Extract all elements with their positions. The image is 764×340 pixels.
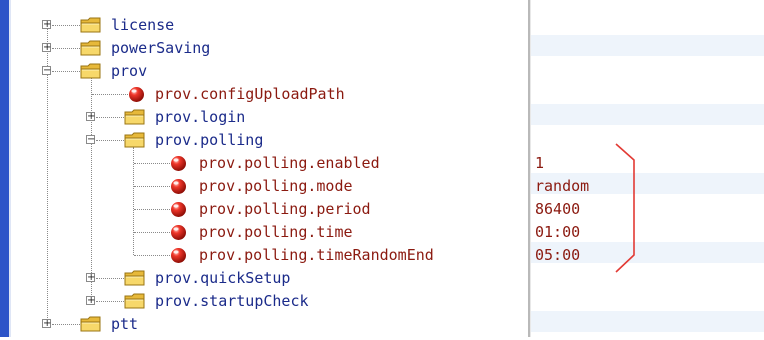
folder-icon bbox=[124, 269, 146, 287]
setting-label[interactable]: prov.polling.timeRandomEnd bbox=[199, 244, 434, 267]
collapse-toggle-icon[interactable]: − bbox=[86, 135, 95, 145]
folder-label[interactable]: ptt bbox=[111, 313, 138, 336]
tree-hline bbox=[92, 94, 128, 95]
tree-row-prov-configuploadpath[interactable]: prov.configUploadPath bbox=[0, 83, 764, 106]
red-ball-icon bbox=[170, 201, 187, 218]
tree-row-prov[interactable]: − prov bbox=[0, 60, 764, 83]
tree-hline bbox=[134, 232, 170, 233]
folder-icon bbox=[80, 39, 102, 57]
setting-label[interactable]: prov.polling.enabled bbox=[199, 152, 380, 175]
folder-label[interactable]: prov.startupCheck bbox=[155, 290, 309, 313]
setting-label[interactable]: prov.polling.mode bbox=[199, 175, 353, 198]
folder-icon bbox=[80, 62, 102, 80]
tree-row-prov-polling-timerandomend[interactable]: prov.polling.timeRandomEnd 05:00 bbox=[0, 244, 764, 267]
folder-label[interactable]: prov.polling bbox=[155, 129, 263, 152]
tree-row-license[interactable]: + license bbox=[0, 14, 764, 37]
setting-label[interactable]: prov.polling.time bbox=[199, 221, 353, 244]
tree-row-prov-polling-time[interactable]: prov.polling.time 01:00 bbox=[0, 221, 764, 244]
folder-icon bbox=[80, 16, 102, 34]
red-ball-icon bbox=[170, 224, 187, 241]
tree-hline bbox=[52, 48, 80, 49]
tree-hline bbox=[96, 278, 124, 279]
tree-row-prov-polling-period[interactable]: prov.polling.period 86400 bbox=[0, 198, 764, 221]
tree-row-prov-login[interactable]: + prov.login bbox=[0, 106, 764, 129]
tree-hline bbox=[52, 324, 80, 325]
setting-value[interactable]: 05:00 bbox=[535, 244, 580, 267]
red-ball-icon bbox=[170, 178, 187, 195]
red-ball-icon bbox=[170, 247, 187, 264]
tree-hline bbox=[96, 117, 124, 118]
folder-icon bbox=[124, 292, 146, 310]
tree-hline bbox=[52, 25, 80, 26]
tree-hline bbox=[134, 163, 170, 164]
tree-row-ptt[interactable]: + ptt bbox=[0, 313, 764, 336]
folder-label[interactable]: prov.quickSetup bbox=[155, 267, 290, 290]
setting-value[interactable]: 1 bbox=[535, 152, 544, 175]
setting-value[interactable]: random bbox=[535, 175, 589, 198]
red-ball-icon bbox=[170, 155, 187, 172]
tree-hline bbox=[96, 140, 124, 141]
tree-hline bbox=[52, 71, 80, 72]
collapse-toggle-icon[interactable]: − bbox=[42, 66, 51, 76]
folder-icon bbox=[80, 315, 102, 333]
folder-icon bbox=[124, 131, 146, 149]
tree-hline bbox=[134, 186, 170, 187]
tree-hline bbox=[134, 209, 170, 210]
setting-value[interactable]: 01:00 bbox=[535, 221, 580, 244]
config-tree-view: + license + powerSaving − prov prov.configUplo… bbox=[0, 0, 764, 337]
folder-label[interactable]: prov bbox=[111, 60, 147, 83]
folder-icon bbox=[124, 108, 146, 126]
expand-toggle-icon[interactable]: + bbox=[42, 20, 51, 30]
expand-toggle-icon[interactable]: + bbox=[42, 43, 51, 53]
setting-value[interactable]: 86400 bbox=[535, 198, 580, 221]
red-ball-icon bbox=[128, 86, 145, 103]
tree-hline bbox=[134, 255, 170, 256]
tree-row-prov-startupcheck[interactable]: + prov.startupCheck bbox=[0, 290, 764, 313]
setting-label[interactable]: prov.polling.period bbox=[199, 198, 371, 221]
expand-toggle-icon[interactable]: + bbox=[42, 319, 51, 329]
folder-label[interactable]: license bbox=[111, 14, 174, 37]
setting-label[interactable]: prov.configUploadPath bbox=[155, 83, 345, 106]
tree-row-powersaving[interactable]: + powerSaving bbox=[0, 37, 764, 60]
tree-row-prov-polling[interactable]: − prov.polling bbox=[0, 129, 764, 152]
tree-row-prov-polling-enabled[interactable]: prov.polling.enabled 1 bbox=[0, 152, 764, 175]
tree-row-prov-quicksetup[interactable]: + prov.quickSetup bbox=[0, 267, 764, 290]
expand-toggle-icon[interactable]: + bbox=[86, 296, 95, 306]
expand-toggle-icon[interactable]: + bbox=[86, 273, 95, 283]
tree-row-prov-polling-mode[interactable]: prov.polling.mode random bbox=[0, 175, 764, 198]
tree-hline bbox=[96, 301, 124, 302]
folder-label[interactable]: prov.login bbox=[155, 106, 245, 129]
folder-label[interactable]: powerSaving bbox=[111, 37, 210, 60]
expand-toggle-icon[interactable]: + bbox=[86, 112, 95, 122]
